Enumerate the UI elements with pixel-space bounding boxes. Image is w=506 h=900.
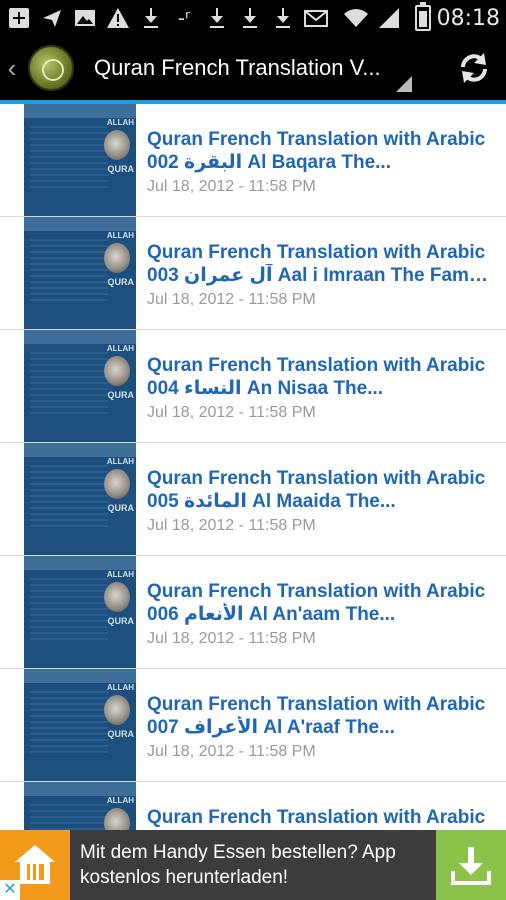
action-bar: ‹ Quran French Translation V... bbox=[0, 36, 506, 100]
signal-icon bbox=[376, 6, 402, 30]
download-icon bbox=[138, 6, 164, 30]
quran-book-icon bbox=[104, 356, 130, 386]
list-item[interactable]: ALLAH QURA Quran French Translation with… bbox=[0, 443, 506, 556]
video-thumbnail[interactable]: ALLAH QURA bbox=[24, 443, 136, 555]
item-date: Jul 18, 2012 - 11:58 PM bbox=[147, 630, 316, 647]
item-title[interactable]: Quran French Translation with Arabic 007… bbox=[147, 693, 492, 739]
quran-book-icon bbox=[104, 695, 130, 725]
ad-banner[interactable]: Mit dem Handy Essen bestellen? App koste… bbox=[0, 830, 506, 900]
quran-book-icon bbox=[104, 808, 130, 830]
quran-book-icon bbox=[104, 469, 130, 499]
row-margin bbox=[0, 443, 24, 555]
list-item[interactable]: ALLAH QURA Quran French Translation with… bbox=[0, 104, 506, 217]
ad-close-button[interactable]: ✕ bbox=[0, 880, 20, 900]
mail-icon bbox=[303, 6, 329, 30]
item-title[interactable]: Quran French Translation with Arabic 004… bbox=[147, 354, 492, 400]
list-item[interactable]: ALLAH QURA Quran French Translation with… bbox=[0, 330, 506, 443]
item-date: Jul 18, 2012 - 11:58 PM bbox=[147, 517, 316, 534]
send-icon bbox=[39, 6, 65, 30]
row-margin bbox=[0, 104, 24, 216]
video-list[interactable]: ALLAH QURA Quran French Translation with… bbox=[0, 104, 506, 830]
app-logo-icon[interactable] bbox=[28, 45, 74, 91]
refresh-icon bbox=[461, 53, 487, 83]
video-thumbnail[interactable]: ALLAH QURA bbox=[24, 669, 136, 781]
row-margin bbox=[0, 782, 24, 830]
clock: 08:18 bbox=[436, 5, 500, 31]
wifi-icon bbox=[343, 6, 369, 30]
item-date: Jul 18, 2012 - 11:58 PM bbox=[147, 178, 316, 195]
row-margin bbox=[0, 217, 24, 329]
up-caret-icon[interactable]: ‹ bbox=[2, 53, 22, 84]
add-box-icon bbox=[6, 6, 32, 30]
refresh-button[interactable] bbox=[454, 48, 494, 88]
status-bar: -ʳ 08:18 bbox=[0, 0, 506, 36]
list-item[interactable]: ALLAH QURA Quran French Translation with… bbox=[0, 556, 506, 669]
row-margin bbox=[0, 330, 24, 442]
video-thumbnail[interactable]: ALLAH QURA bbox=[24, 782, 136, 830]
download-icon bbox=[237, 6, 263, 30]
item-title[interactable]: Quran French Translation with Arabic 005… bbox=[147, 467, 492, 513]
quran-book-icon bbox=[104, 130, 130, 160]
item-title[interactable]: Quran French Translation with Arabic bbox=[147, 806, 492, 829]
speaker-icon: -ʳ bbox=[177, 6, 191, 30]
item-title[interactable]: Quran French Translation with Arabic 006… bbox=[147, 580, 492, 626]
video-thumbnail[interactable]: ALLAH QURA bbox=[24, 104, 136, 216]
spinner-indicator-icon[interactable] bbox=[396, 76, 412, 92]
download-button[interactable] bbox=[436, 830, 506, 900]
quran-book-icon bbox=[104, 582, 130, 612]
item-date: Jul 18, 2012 - 11:58 PM bbox=[147, 291, 316, 308]
download-icon bbox=[270, 6, 296, 30]
list-item[interactable]: ALLAH QURA Quran French Translation with… bbox=[0, 782, 506, 830]
battery-icon bbox=[414, 2, 431, 31]
video-thumbnail[interactable]: ALLAH QURA bbox=[24, 556, 136, 668]
download-icon bbox=[204, 6, 230, 30]
item-date: Jul 18, 2012 - 11:58 PM bbox=[147, 743, 316, 760]
action-bar-title[interactable]: Quran French Translation V... bbox=[94, 55, 394, 81]
item-title[interactable]: Quran French Translation with Arabic 002… bbox=[147, 128, 492, 174]
item-date: Jul 18, 2012 - 11:58 PM bbox=[147, 404, 316, 421]
ad-text[interactable]: Mit dem Handy Essen bestellen? App koste… bbox=[80, 840, 420, 890]
video-thumbnail[interactable]: ALLAH QURA bbox=[24, 217, 136, 329]
list-item[interactable]: ALLAH QURA Quran French Translation with… bbox=[0, 669, 506, 782]
row-margin bbox=[0, 556, 24, 668]
video-thumbnail[interactable]: ALLAH QURA bbox=[24, 330, 136, 442]
row-margin bbox=[0, 669, 24, 781]
image-icon bbox=[72, 6, 98, 30]
list-item[interactable]: ALLAH QURA Quran French Translation with… bbox=[0, 217, 506, 330]
quran-book-icon bbox=[104, 243, 130, 273]
item-title[interactable]: Quran French Translation with Arabic 003… bbox=[147, 241, 492, 287]
warning-icon bbox=[105, 6, 131, 30]
download-icon bbox=[451, 847, 491, 885]
